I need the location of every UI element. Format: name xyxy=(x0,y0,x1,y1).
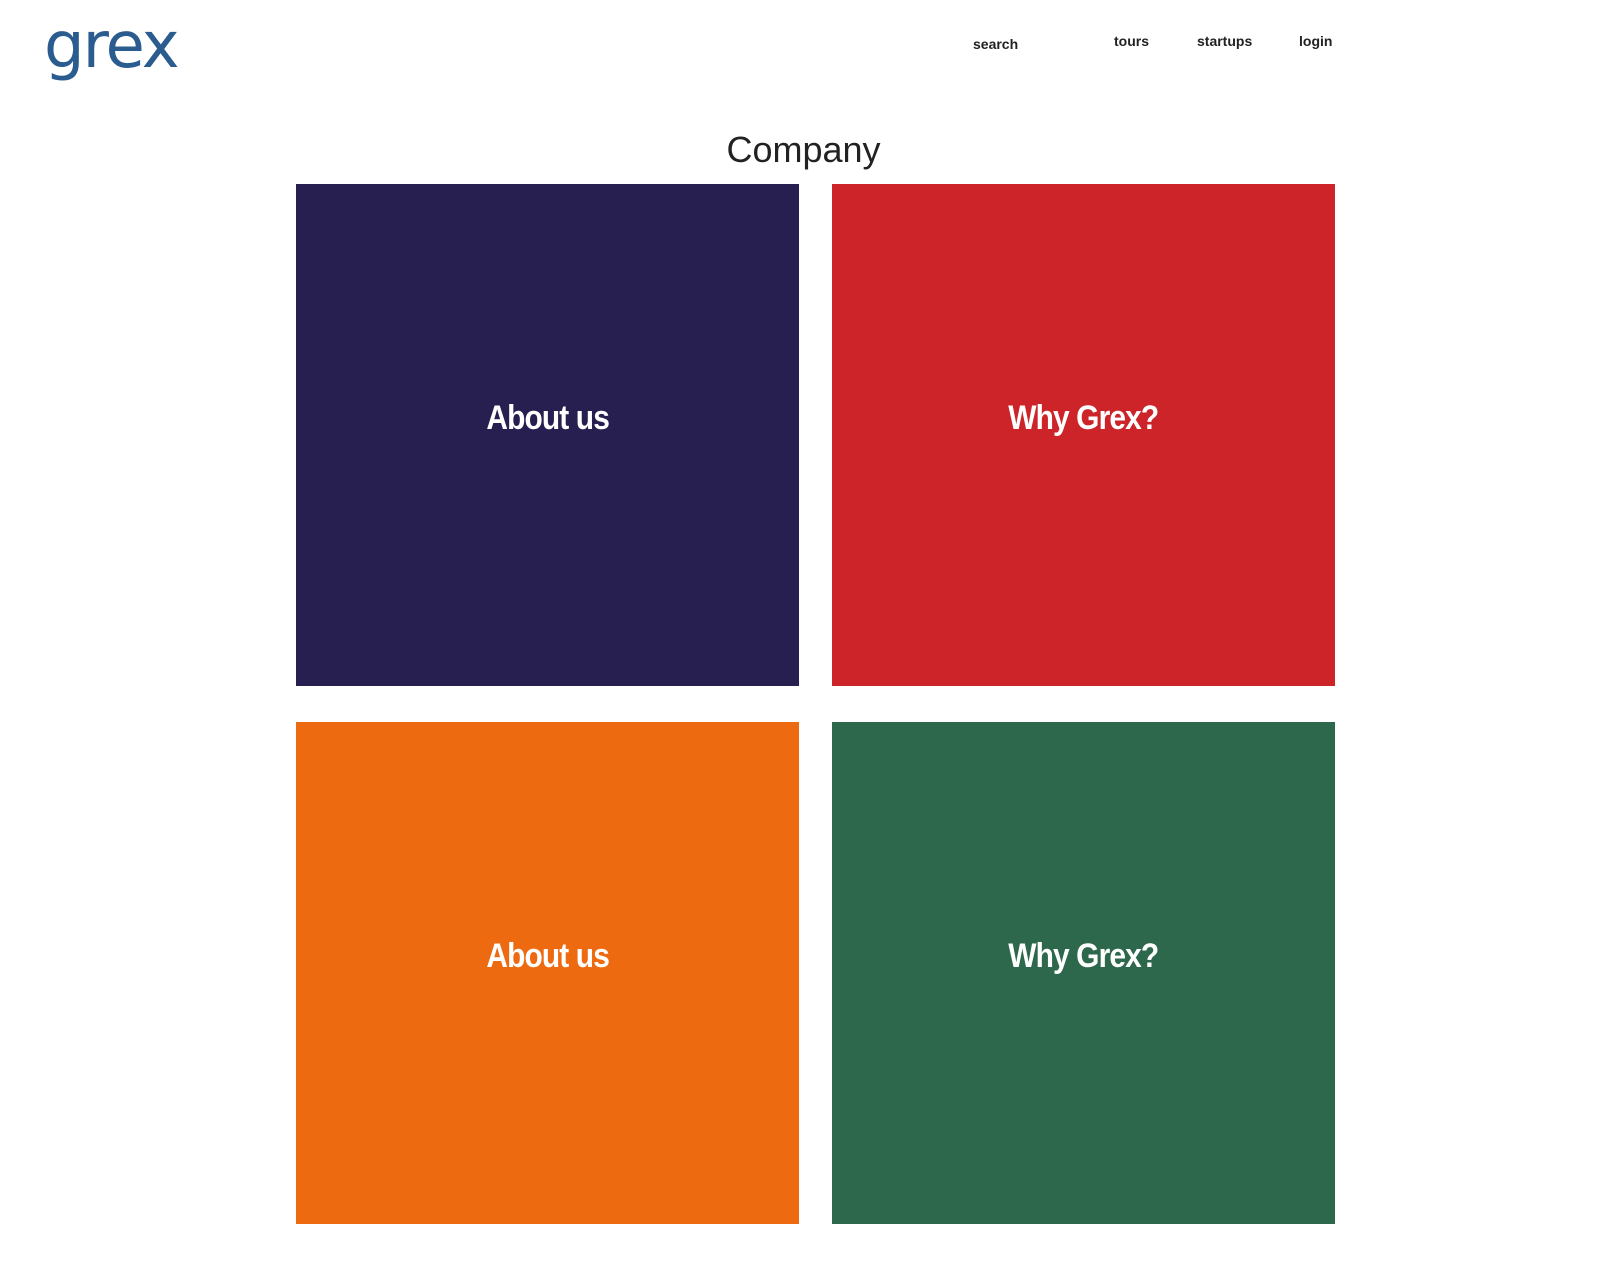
tile-why-grex[interactable]: Why Grex? xyxy=(832,184,1335,686)
tile-label: About us xyxy=(486,398,609,437)
tile-why-grex-2[interactable]: Why Grex? xyxy=(832,722,1335,1224)
top-nav: search tours startups login xyxy=(0,0,1600,90)
nav-tours-link[interactable]: tours xyxy=(1114,33,1149,49)
tile-label: Why Grex? xyxy=(1008,398,1159,437)
nav-login-link[interactable]: login xyxy=(1299,33,1332,49)
nav-search-link[interactable]: search xyxy=(973,36,1018,52)
tile-label: Why Grex? xyxy=(1008,936,1159,975)
nav-startups-link[interactable]: startups xyxy=(1197,33,1252,49)
tile-about-us[interactable]: About us xyxy=(296,184,799,686)
page-title: Company xyxy=(726,129,881,170)
tile-about-us-2[interactable]: About us xyxy=(296,722,799,1224)
tile-label: About us xyxy=(486,936,609,975)
